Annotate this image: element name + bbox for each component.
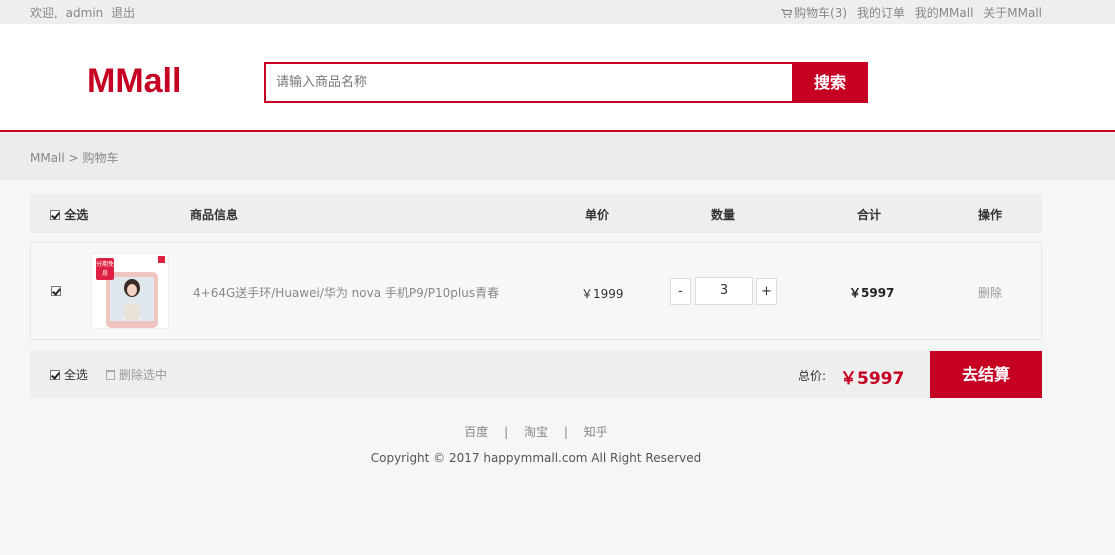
welcome-area: 欢迎, admin 退出: [30, 4, 139, 21]
installment-tag: 分期免息: [96, 258, 114, 280]
trash-icon: [106, 370, 115, 380]
cart-footer-bar: 全选 删除选中 总价: ￥5997 去结算: [30, 350, 1042, 398]
thumb-corner-badge: [158, 256, 165, 263]
col-price-header: 单价: [585, 208, 610, 222]
footer-select-all-label: 全选: [63, 368, 88, 382]
product-thumbnail[interactable]: 分期免息: [91, 253, 169, 329]
mymall-link[interactable]: 我的MMall: [915, 6, 974, 20]
search-button[interactable]: 搜索: [792, 62, 868, 103]
about-link[interactable]: 关于MMall: [983, 6, 1042, 20]
item-subtotal: ￥5997: [849, 286, 895, 300]
cart-link-label: 购物车(3): [794, 6, 848, 20]
top-bar: 欢迎, admin 退出 购物车(3) 我的订单 我的MMall 关于MMall: [0, 0, 1115, 24]
breadcrumb-current: 购物车: [82, 151, 119, 165]
product-name-link[interactable]: 4+64G送手环/Huawei/华为 nova 手机P9/P10plus青春: [193, 284, 499, 301]
breadcrumb-separator: >: [68, 151, 79, 165]
footer-link-zhihu[interactable]: 知乎: [584, 425, 608, 439]
delete-item-link[interactable]: 删除: [978, 284, 1002, 301]
footer-select-all[interactable]: 全选: [50, 366, 88, 383]
cart-icon: [781, 9, 793, 18]
col-action-header: 操作: [978, 208, 1003, 222]
copyright: Copyright © 2017 happymmall.com All Righ…: [370, 451, 702, 465]
unit-price: ￥1999: [581, 287, 624, 301]
col-qty-header: 数量: [711, 208, 736, 222]
search-input[interactable]: [266, 64, 792, 101]
header: MMall 搜索: [0, 24, 1115, 132]
username: admin: [65, 6, 104, 20]
footer-link-baidu[interactable]: 百度: [464, 425, 488, 439]
footer-link-separator: |: [563, 425, 568, 439]
cart-link[interactable]: 购物车(3): [781, 6, 851, 20]
delete-selected-link[interactable]: 删除选中: [106, 366, 167, 383]
item-checkbox-cell: [51, 284, 61, 298]
cart-item-row: 分期免息 4+64G送手环/Huawei/华为 nova 手机P9/P10plu…: [30, 242, 1042, 340]
qty-plus-button[interactable]: +: [756, 278, 777, 305]
qty-minus-button[interactable]: -: [670, 278, 691, 305]
cart-table-header: 全选 商品信息 单价 数量 合计 操作: [30, 194, 1042, 233]
col-total-header: 合计: [857, 208, 882, 222]
search-box: [264, 62, 792, 103]
col-info-header: 商品信息: [190, 208, 239, 222]
breadcrumb-home[interactable]: MMall: [30, 151, 65, 165]
breadcrumb: MMall > 购物车: [30, 149, 118, 166]
logout-link[interactable]: 退出: [111, 6, 135, 20]
top-nav: 购物车(3) 我的订单 我的MMall 关于MMall: [775, 4, 1042, 21]
footer-link-taobao[interactable]: 淘宝: [524, 425, 548, 439]
footer-links: 百度 | 淘宝 | 知乎: [0, 423, 1072, 440]
checkout-button[interactable]: 去结算: [930, 351, 1042, 398]
header-select-all-checkbox[interactable]: [50, 210, 60, 220]
total-label: 总价:: [798, 369, 827, 383]
header-select-all-label: 全选: [64, 208, 89, 222]
footer-link-separator: |: [504, 425, 509, 439]
item-checkbox[interactable]: [51, 286, 61, 296]
welcome-text: 欢迎,: [30, 6, 58, 20]
header-select-all[interactable]: 全选: [50, 206, 88, 223]
logo[interactable]: MMall: [87, 62, 181, 101]
qty-input[interactable]: 3: [695, 277, 753, 305]
breadcrumb-bar: MMall > 购物车: [0, 133, 1115, 180]
total-value: ￥5997: [840, 369, 905, 389]
delete-selected-label: 删除选中: [119, 368, 168, 382]
orders-link[interactable]: 我的订单: [857, 6, 905, 20]
footer-select-all-checkbox[interactable]: [50, 370, 60, 380]
